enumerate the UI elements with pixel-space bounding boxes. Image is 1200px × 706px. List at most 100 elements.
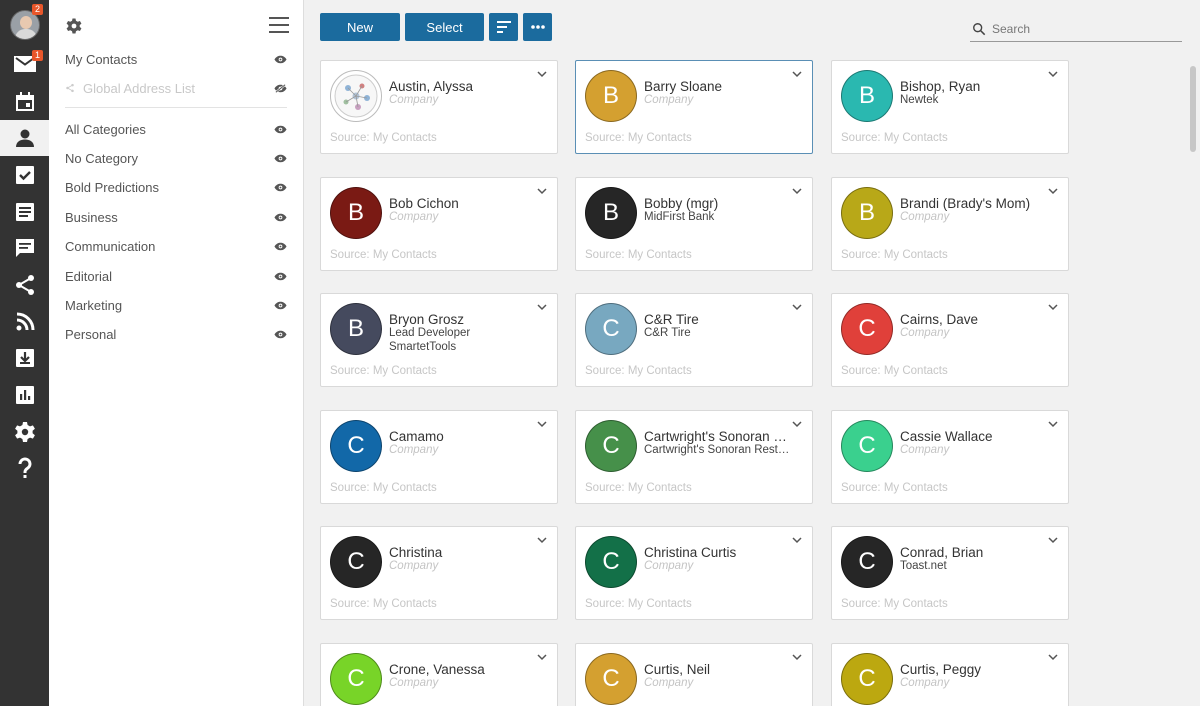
hamburger-menu-icon[interactable] [269, 17, 289, 33]
category-label: All Categories [65, 121, 146, 137]
eye-icon[interactable] [274, 122, 287, 137]
source-item[interactable]: Global Address List [65, 77, 287, 99]
source-item[interactable]: My Contacts [65, 48, 287, 70]
category-item[interactable]: Bold Predictions [65, 177, 287, 199]
contact-card[interactable]: B Brandi (Brady's Mom) Company Source: My C… [831, 177, 1069, 271]
chevron-down-icon[interactable] [792, 654, 802, 661]
contact-name: Cairns, Dave [900, 312, 979, 327]
category-item[interactable]: No Category [65, 147, 287, 169]
settings-icon[interactable] [0, 414, 49, 450]
contact-photo [330, 70, 382, 122]
contact-detail: Cartwright's Sonoran Restaur... [644, 444, 794, 456]
help-icon[interactable] [0, 450, 49, 486]
chevron-down-icon[interactable] [537, 188, 547, 195]
contact-source: Source: My Contacts [841, 132, 948, 144]
contact-detail: Company [900, 677, 950, 689]
contact-card[interactable]: CCrone, VanessaCompanySource: My Contact… [320, 643, 558, 706]
contact-detail: SmartetTools [389, 341, 457, 353]
contact-detail: Company [389, 94, 439, 106]
contact-card[interactable]: C Conrad, Brian Toast.net Source: My Contac… [831, 526, 1069, 620]
contact-name: Cassie Wallace [900, 429, 993, 444]
eye-icon[interactable] [274, 151, 287, 166]
search-input[interactable] [992, 21, 1172, 36]
contact-card[interactable]: C Cartwright's Sonoran Rest...Cartwright'… [575, 410, 813, 504]
contact-card[interactable]: B Bryon Grosz Lead Developer SmartetTools So… [320, 293, 558, 387]
download-icon[interactable] [0, 340, 49, 376]
chevron-down-icon[interactable] [537, 537, 547, 544]
eye-icon[interactable] [274, 298, 287, 313]
tasks-icon[interactable] [0, 157, 49, 193]
eye-off-icon[interactable] [274, 81, 287, 96]
chevron-down-icon[interactable] [1048, 654, 1058, 661]
share-icon[interactable] [0, 267, 49, 303]
contact-name: Cartwright's Sonoran Rest... [644, 429, 794, 444]
chevron-down-icon[interactable] [537, 71, 547, 78]
chevron-down-icon[interactable] [1048, 188, 1058, 195]
chevron-down-icon[interactable] [537, 304, 547, 311]
category-item[interactable]: Communication [65, 236, 287, 258]
contact-source: Source: My Contacts [330, 249, 437, 261]
chevron-down-icon[interactable] [537, 421, 547, 428]
rss-icon[interactable] [0, 304, 49, 340]
contact-source: Source: My Contacts [841, 598, 948, 610]
eye-icon[interactable] [274, 52, 287, 67]
contact-source: Source: My Contacts [841, 482, 948, 494]
contact-card[interactable]: C Cassie Wallace Company Source: My Contact… [831, 410, 1069, 504]
category-item[interactable]: All Categories [65, 118, 287, 140]
eye-icon[interactable] [274, 210, 287, 225]
notes-icon[interactable] [0, 194, 49, 230]
chevron-down-icon[interactable] [792, 188, 802, 195]
chevron-down-icon[interactable] [537, 654, 547, 661]
contact-card[interactable]: CCurtis, PeggyCompanySource: My Contacts [831, 643, 1069, 706]
chevron-down-icon[interactable] [1048, 304, 1058, 311]
eye-icon[interactable] [274, 180, 287, 195]
contact-name: Christina [389, 545, 443, 560]
chevron-down-icon[interactable] [792, 537, 802, 544]
category-label: Bold Predictions [65, 180, 159, 196]
eye-icon[interactable] [274, 239, 287, 254]
contact-card[interactable]: B Bob Cichon Company Source: My Contacts [320, 177, 558, 271]
more-options-button[interactable] [523, 13, 552, 41]
category-item[interactable]: Business [65, 206, 287, 228]
gear-icon[interactable] [65, 17, 83, 35]
contact-card[interactable]: C Christina Curtis Company Source: My Conta… [575, 526, 813, 620]
calendar-icon[interactable] [0, 84, 49, 120]
category-item[interactable]: Personal [65, 324, 287, 346]
select-button[interactable]: Select [405, 13, 484, 41]
chevron-down-icon[interactable] [1048, 421, 1058, 428]
eye-icon[interactable] [274, 327, 287, 342]
contact-card[interactable]: C Cairns, Dave Company Source: My Contacts [831, 293, 1069, 387]
contact-name: Barry Sloane [644, 79, 723, 94]
contact-detail: Lead Developer [389, 327, 471, 339]
contact-card[interactable]: C Christina Company Source: My Contacts [320, 526, 558, 620]
chevron-down-icon[interactable] [1048, 537, 1058, 544]
avatar-head [20, 16, 32, 29]
chevron-down-icon[interactable] [792, 421, 802, 428]
eye-icon[interactable] [274, 269, 287, 284]
contact-avatar: B [841, 70, 893, 122]
category-item[interactable]: Editorial [65, 265, 287, 287]
contact-avatar: C [841, 420, 893, 472]
category-item[interactable]: Marketing [65, 294, 287, 316]
search-box [970, 16, 1182, 42]
mail-badge: 1 [32, 50, 43, 61]
new-button[interactable]: New [320, 13, 400, 41]
reports-icon[interactable] [0, 377, 49, 413]
chat-icon[interactable] [0, 230, 49, 266]
contact-avatar: C [585, 303, 637, 355]
chevron-down-icon[interactable] [1048, 71, 1058, 78]
sort-button[interactable] [489, 13, 518, 41]
scrollbar-thumb[interactable] [1190, 66, 1196, 152]
contact-name: Curtis, Peggy [900, 662, 982, 677]
contact-card[interactable]: B Bishop, Ryan Newtek Source: My Contacts [831, 60, 1069, 154]
contact-card[interactable]: Austin, Alyssa Company Source: My Contacts [320, 60, 558, 154]
contact-card[interactable]: B Barry Sloane Company Source: My Contacts [575, 60, 813, 154]
panel-divider [65, 107, 287, 108]
chevron-down-icon[interactable] [792, 71, 802, 78]
contact-card[interactable]: B Bobby (mgr) MidFirst Bank Source: My Cont… [575, 177, 813, 271]
chevron-down-icon[interactable] [792, 304, 802, 311]
contact-card[interactable]: C Camamo Company Source: My Contacts [320, 410, 558, 504]
contact-card[interactable]: CCurtis, NeilCompanySource: My Contacts [575, 643, 813, 706]
contact-card[interactable]: C C&R Tire C&R Tire Source: My Contacts [575, 293, 813, 387]
contacts-icon[interactable] [0, 120, 49, 156]
